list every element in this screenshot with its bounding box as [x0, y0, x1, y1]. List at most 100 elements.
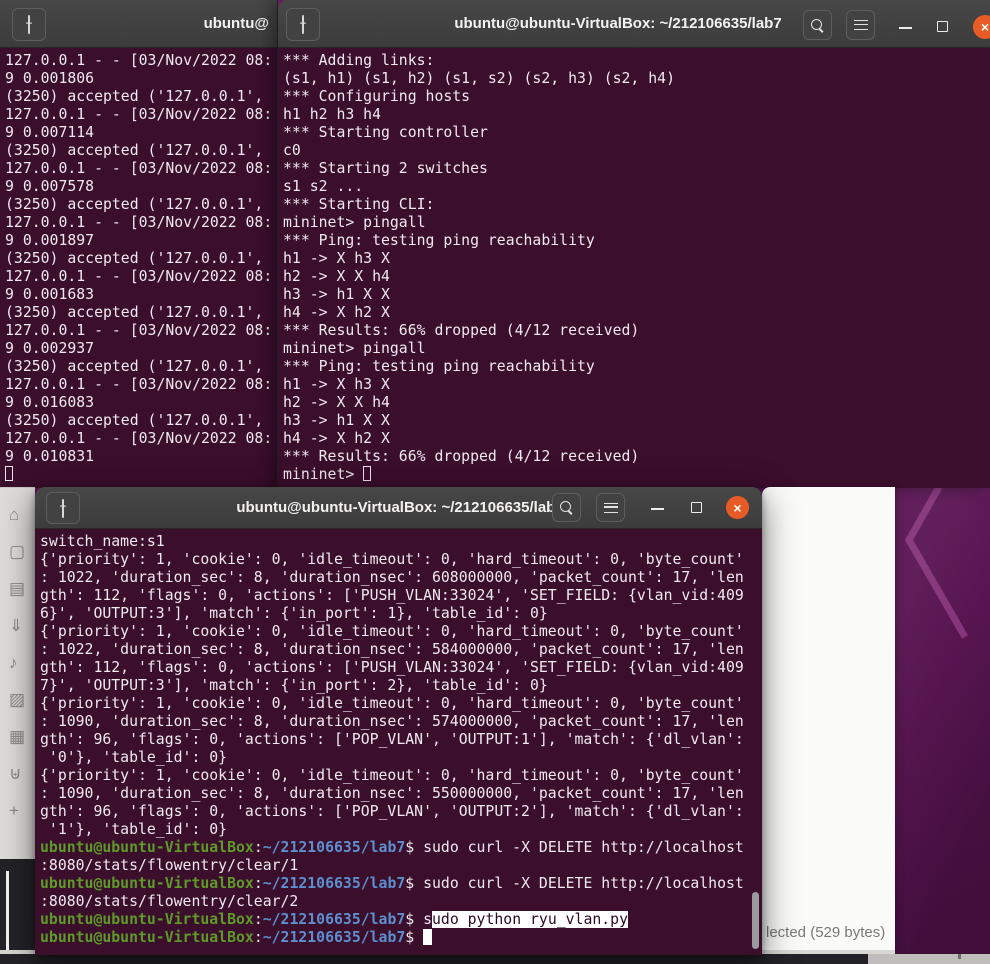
terminal-line: (3250) accepted ('127.0.0.1', — [5, 142, 264, 159]
terminal-line: 6}', 'OUTPUT:3'], 'match': {'in_port': 1… — [40, 605, 548, 622]
terminal-output-area[interactable]: 127.0.0.1 - - [03/Nov/2022 08: 9 0.001806… — [0, 48, 277, 488]
music-icon[interactable]: ♪ — [0, 644, 35, 681]
documents-icon[interactable]: ▤ — [0, 570, 35, 607]
maximize-button[interactable] — [691, 502, 702, 513]
terminal-line: mininet> — [283, 466, 990, 484]
terminal-line: *** Starting CLI: — [283, 196, 435, 213]
new-tab-button[interactable] — [46, 492, 80, 524]
close-icon: × — [980, 19, 990, 35]
terminal-line: 7}', 'OUTPUT:3'], 'match': {'in_port': 2… — [40, 677, 548, 694]
terminal-line: *** Results: 66% dropped (4/12 received) — [283, 448, 640, 465]
terminal-line: 127.0.0.1 - - [03/Nov/2022 08: — [5, 52, 273, 69]
videos-icon[interactable]: ▦ — [0, 718, 35, 755]
titlebar[interactable]: ubuntu@ubuntu-VirtualBox: ~/212106635/la… — [35, 487, 762, 529]
terminal-line: *** Configuring hosts — [283, 88, 471, 105]
terminal-line: 127.0.0.1 - - [03/Nov/2022 08: — [5, 430, 273, 447]
terminal-line: (3250) accepted ('127.0.0.1', — [5, 304, 264, 321]
terminal-line: {'priority': 1, 'cookie': 0, 'idle_timeo… — [40, 767, 744, 784]
terminal-line: s1 s2 ... — [283, 178, 364, 195]
files-sidebar[interactable]: ⌂ ▢ ▤ ⇓ ♪ ▨ ▦ ⊎ + — [0, 487, 35, 859]
terminal-line: (3250) accepted ('127.0.0.1', — [5, 250, 264, 267]
close-button[interactable]: × — [726, 496, 749, 519]
search-icon — [560, 501, 573, 514]
terminal-line: 9 0.001806 — [5, 70, 95, 87]
new-tab-button[interactable] — [12, 8, 46, 41]
terminal-line: c0 — [283, 142, 301, 159]
home-icon[interactable]: ⌂ — [0, 496, 35, 533]
terminal-line: : 1022, 'duration_sec': 8, 'duration_nse… — [40, 641, 744, 658]
desktop-icon[interactable]: ▢ — [0, 533, 35, 570]
new-tab-icon — [28, 15, 30, 34]
terminal-line: : 1090, 'duration_sec': 8, 'duration_nse… — [40, 785, 744, 802]
lower-left-panel — [0, 859, 35, 954]
terminal-line: *** Starting controller — [283, 124, 488, 141]
terminal-line: 9 0.007578 — [5, 178, 95, 195]
new-tab-button[interactable] — [286, 8, 320, 41]
terminal-line: '0'}, 'table_id': 0} — [40, 749, 228, 766]
search-icon — [811, 18, 824, 32]
terminal-line: 9 0.016083 — [5, 394, 95, 411]
terminal-line: gth': 96, 'flags': 0, 'actions': ['POP_V… — [40, 731, 744, 748]
terminal-line: *** Ping: testing ping reachability — [283, 232, 595, 249]
terminal-line: *** Adding links: — [283, 52, 435, 69]
window-title: ubuntu@ubuntu-VirtualBox: ~/212106635/la… — [236, 499, 564, 516]
hamburger-menu-icon — [853, 20, 868, 30]
terminal-line: *** Results: 66% dropped (4/12 received) — [283, 322, 640, 339]
terminal-line: h1 h2 h3 h4 — [283, 106, 381, 123]
maximize-button[interactable] — [937, 21, 948, 32]
terminal-line: h4 -> X h2 X — [283, 430, 390, 447]
desktop-wallpaper — [893, 485, 990, 964]
terminal-line: (3250) accepted ('127.0.0.1', — [5, 358, 264, 375]
selection-status-text: lected (529 bytes) — [766, 924, 886, 941]
minimize-button[interactable] — [899, 27, 912, 29]
window-title: ubuntu@ — [203, 15, 269, 32]
terminal-line: ubuntu@ubuntu-VirtualBox:~/212106635/lab… — [40, 929, 762, 947]
hamburger-menu-icon — [603, 502, 618, 513]
terminal-line: *** Starting 2 switches — [283, 160, 488, 177]
terminal-line: ubuntu@ubuntu-VirtualBox:~/212106635/lab… — [40, 911, 629, 928]
terminal-line: {'priority': 1, 'cookie': 0, 'idle_timeo… — [40, 695, 744, 712]
new-tab-icon — [62, 498, 64, 518]
trash-icon[interactable]: ⊎ — [0, 755, 35, 792]
terminal-line: 127.0.0.1 - - [03/Nov/2022 08: — [5, 376, 273, 393]
terminal-output-area[interactable]: *** Adding links: (s1, h1) (s1, h2) (s1, … — [278, 48, 990, 488]
terminal-line: {'priority': 1, 'cookie': 0, 'idle_timeo… — [40, 551, 744, 568]
terminal-line: mininet> pingall — [283, 214, 426, 231]
search-button[interactable] — [803, 10, 832, 40]
terminal-line: 9 0.002937 — [5, 340, 95, 357]
menu-button[interactable] — [846, 10, 875, 40]
close-button[interactable]: × — [973, 15, 990, 39]
terminal-line: switch_name:s1 — [40, 533, 165, 550]
minimize-button[interactable] — [651, 508, 664, 510]
other-locations-icon[interactable]: + — [0, 792, 35, 829]
terminal-line: h4 -> X h2 X — [283, 304, 390, 321]
titlebar[interactable]: ubuntu@ — [0, 0, 277, 48]
downloads-icon[interactable]: ⇓ — [0, 607, 35, 644]
terminal-line: ubuntu@ubuntu-VirtualBox:~/212106635/lab… — [40, 839, 744, 856]
terminal-line: 127.0.0.1 - - [03/Nov/2022 08: — [5, 160, 273, 177]
terminal-line: (3250) accepted ('127.0.0.1', — [5, 196, 264, 213]
terminal-window-flow-stats: ubuntu@ubuntu-VirtualBox: ~/212106635/la… — [35, 487, 762, 955]
pictures-icon[interactable]: ▨ — [0, 681, 35, 718]
search-button[interactable] — [552, 493, 581, 522]
scrollbar[interactable] — [6, 871, 9, 951]
terminal-window-mininet: ubuntu@ubuntu-VirtualBox: ~/212106635/la… — [277, 0, 990, 488]
terminal-line: 127.0.0.1 - - [03/Nov/2022 08: — [5, 106, 273, 123]
scrollbar-thumb[interactable] — [752, 892, 759, 949]
terminal-line: ubuntu@ubuntu-VirtualBox:~/212106635/lab… — [40, 875, 744, 892]
terminal-line: '1'}, 'table_id': 0} — [40, 821, 228, 838]
terminal-line: (s1, h1) (s1, h2) (s1, s2) (s2, h3) (s2,… — [283, 70, 675, 87]
new-tab-icon — [302, 15, 304, 34]
terminal-line: 127.0.0.1 - - [03/Nov/2022 08: — [5, 322, 273, 339]
terminal-line: 127.0.0.1 - - [03/Nov/2022 08: — [5, 268, 273, 285]
terminal-line: gth': 112, 'flags': 0, 'actions': ['PUSH… — [40, 587, 744, 604]
terminal-line: h1 -> X h3 X — [283, 250, 390, 267]
terminal-line — [5, 466, 277, 484]
terminal-line: 9 0.001897 — [5, 232, 95, 249]
titlebar[interactable]: ubuntu@ubuntu-VirtualBox: ~/212106635/la… — [278, 0, 990, 48]
terminal-line: h2 -> X X h4 — [283, 394, 390, 411]
terminal-line: *** Ping: testing ping reachability — [283, 358, 595, 375]
menu-button[interactable] — [596, 493, 625, 522]
terminal-line: h2 -> X X h4 — [283, 268, 390, 285]
terminal-output-area[interactable]: switch_name:s1 {'priority': 1, 'cookie': … — [35, 529, 762, 955]
